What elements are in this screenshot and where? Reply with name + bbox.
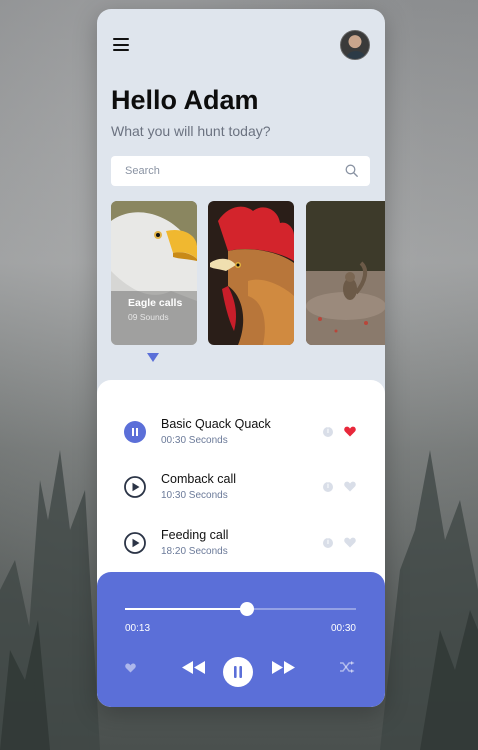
- search-bar: [111, 156, 370, 186]
- track-duration: 10:30 Seconds: [161, 490, 228, 501]
- progress-slider[interactable]: [125, 602, 356, 616]
- card-title: Eagle calls: [128, 297, 183, 309]
- rewind-icon[interactable]: [181, 660, 206, 675]
- track-name: Feeding call: [161, 528, 229, 542]
- track-name: Comback call: [161, 472, 237, 486]
- rooster-image: [208, 201, 294, 345]
- page-title: Hello Adam: [111, 85, 259, 115]
- progress-fill: [125, 608, 248, 610]
- eagle-image: [111, 201, 197, 345]
- heart-icon[interactable]: [344, 481, 356, 492]
- search-input[interactable]: [111, 156, 331, 186]
- hamburger-icon[interactable]: [113, 38, 129, 51]
- category-card-eagle[interactable]: Eagle calls 09 Sounds: [111, 201, 197, 345]
- elapsed-time: 00:13: [125, 623, 151, 634]
- play-icon[interactable]: [124, 476, 146, 498]
- shuffle-icon[interactable]: [340, 661, 355, 673]
- heart-icon[interactable]: [125, 663, 136, 673]
- category-card-rooster[interactable]: [208, 201, 294, 345]
- fast-forward-icon[interactable]: [271, 660, 296, 675]
- avatar[interactable]: [340, 30, 370, 60]
- info-icon[interactable]: i: [323, 482, 333, 492]
- pause-icon[interactable]: [223, 657, 253, 687]
- search-icon[interactable]: [345, 164, 358, 177]
- track-duration: 00:30 Seconds: [161, 435, 228, 446]
- category-card-squirrel[interactable]: [306, 201, 385, 345]
- card-count: 09 Sounds: [128, 312, 169, 322]
- pause-icon[interactable]: [124, 421, 146, 443]
- play-icon[interactable]: [124, 532, 146, 554]
- heart-icon[interactable]: [344, 537, 356, 548]
- track-row[interactable]: Feeding call 18:20 Seconds i: [97, 526, 385, 576]
- track-name: Basic Quack Quack: [161, 417, 271, 431]
- heart-icon[interactable]: [344, 426, 356, 437]
- progress-handle[interactable]: [240, 602, 255, 616]
- info-icon[interactable]: i: [323, 538, 333, 548]
- info-icon[interactable]: i: [323, 427, 333, 437]
- squirrel-image: [306, 201, 385, 345]
- track-row[interactable]: Comback call 10:30 Seconds i: [97, 470, 385, 520]
- track-duration: 18:20 Seconds: [161, 546, 228, 557]
- track-row[interactable]: Basic Quack Quack 00:30 Seconds i: [97, 415, 385, 465]
- page-subtitle: What you will hunt today?: [111, 123, 271, 139]
- track-list: Basic Quack Quack 00:30 Seconds i Combac…: [97, 380, 385, 600]
- now-playing-bar: 00:13 00:30: [97, 572, 385, 707]
- selected-category-indicator: [147, 353, 159, 362]
- total-time: 00:30: [330, 623, 356, 634]
- app-screen: Hello Adam What you will hunt today? Eag…: [97, 9, 385, 707]
